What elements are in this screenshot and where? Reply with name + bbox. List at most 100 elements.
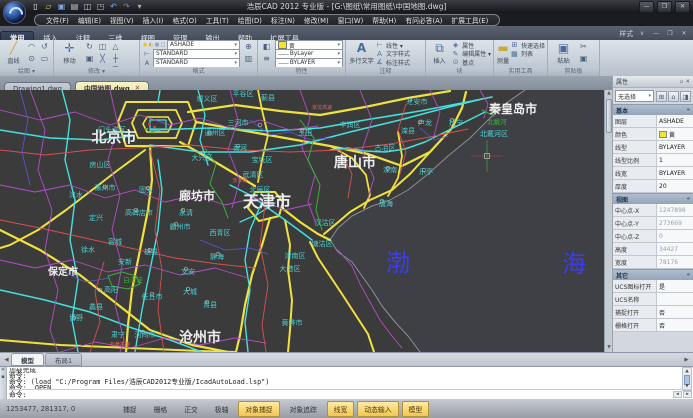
section-header[interactable]: 视图« bbox=[613, 193, 693, 204]
menu-item[interactable]: 工具(T) bbox=[202, 15, 233, 25]
property-value[interactable]: 是 bbox=[657, 280, 693, 292]
menu-item[interactable]: 扩展工具(E) bbox=[447, 15, 492, 25]
property-value[interactable]: 否 bbox=[657, 319, 693, 331]
format-panel-label[interactable]: 格式 bbox=[140, 67, 257, 76]
doc-restore-button[interactable]: ❐ bbox=[665, 30, 675, 37]
rotate-icon[interactable]: ↻ bbox=[83, 41, 96, 53]
cmd-scroll-up-icon[interactable]: ▲ bbox=[683, 368, 691, 375]
close-button[interactable]: ✕ bbox=[675, 1, 690, 13]
linear-dim-item[interactable]: ⊢线性 ▾ bbox=[375, 41, 410, 50]
quick-select-item[interactable]: ⊞快速选择 bbox=[510, 41, 545, 50]
property-value[interactable]: 20 bbox=[657, 180, 693, 192]
status-toggle-off[interactable]: 对象追踪 bbox=[283, 401, 324, 417]
edit-attribute-item[interactable]: ✎编辑属性 ▾ bbox=[451, 50, 491, 59]
revision-cloud-icon[interactable]: ↺ bbox=[38, 41, 51, 53]
zoom-tool-icon[interactable]: ⊕ bbox=[242, 41, 255, 53]
status-toggle-on[interactable]: 动态输入 bbox=[357, 401, 398, 417]
layout-tab[interactable]: 布局1 bbox=[45, 353, 82, 366]
status-toggle-off[interactable]: 极轴 bbox=[208, 401, 236, 417]
status-toggle-off[interactable]: 正交 bbox=[177, 401, 205, 417]
collapse-icon[interactable]: « bbox=[687, 196, 690, 202]
property-value[interactable] bbox=[657, 293, 693, 305]
modify-panel-label[interactable]: 修改 ▾ bbox=[54, 67, 139, 76]
property-value[interactable]: 1247898 bbox=[657, 204, 693, 216]
cmd-scroll-right-icon[interactable]: ▶ bbox=[683, 391, 692, 398]
copy-icon[interactable]: ◫ bbox=[96, 41, 109, 53]
paste-button[interactable]: ▣ 粘贴 bbox=[550, 41, 577, 67]
color-wheel-icon[interactable]: ◧ bbox=[260, 41, 273, 53]
command-history[interactable]: 加载完成命令:命令: (load "C:/Program Files/浩辰CAD… bbox=[9, 368, 681, 391]
status-toggle-on[interactable]: 线宽 bbox=[327, 401, 355, 417]
property-value[interactable]: 273669 bbox=[657, 217, 693, 229]
circle-icon[interactable]: ⊙ bbox=[25, 53, 38, 65]
move-button[interactable]: ✛ 移动 bbox=[56, 41, 83, 67]
section-header[interactable]: 其它« bbox=[613, 269, 693, 280]
copy-clip-icon[interactable]: ▣ bbox=[577, 53, 590, 65]
doc-close-button[interactable]: ✕ bbox=[679, 30, 689, 37]
measure-button[interactable]: ▬ 测量 bbox=[496, 41, 510, 67]
clipboard-panel-label[interactable]: 剪贴板 bbox=[548, 67, 599, 76]
property-value[interactable]: 否 bbox=[657, 306, 693, 318]
command-scrollbar[interactable]: ▲ ▼ bbox=[682, 367, 692, 391]
line-button[interactable]: ╱ 直线 bbox=[2, 41, 25, 67]
mtext-button[interactable]: A 多行文字 bbox=[348, 41, 375, 67]
status-toggle-off[interactable]: 栅格 bbox=[147, 401, 175, 417]
property-value[interactable]: 1 bbox=[657, 154, 693, 166]
menu-item[interactable]: 视图(V) bbox=[106, 15, 138, 25]
property-value[interactable]: 78176 bbox=[657, 256, 693, 268]
command-input-line[interactable]: 命令: ◀ ▶ bbox=[9, 389, 692, 398]
status-toggle-on[interactable]: 模型 bbox=[402, 401, 430, 417]
draw-panel-label[interactable]: 绘图 ▾ bbox=[0, 67, 53, 76]
menu-item[interactable]: 绘图(D) bbox=[234, 15, 266, 25]
cut-icon[interactable]: ✂ bbox=[577, 41, 590, 53]
status-toggle-on[interactable]: 对象捕捉 bbox=[238, 401, 279, 417]
menu-item[interactable]: 格式(O) bbox=[168, 15, 200, 25]
base-point-item[interactable]: ⊙基点 bbox=[451, 58, 491, 67]
attribute-item[interactable]: ◈属性 bbox=[451, 41, 491, 50]
status-toggle-off[interactable]: 捕捉 bbox=[116, 401, 144, 417]
dim-style-item[interactable]: ∡标注样式 bbox=[375, 58, 410, 67]
style-toolbar-label[interactable]: 样式 bbox=[619, 28, 633, 38]
property-value[interactable]: ASHADE bbox=[657, 115, 693, 127]
property-value[interactable]: BYLAYER bbox=[657, 167, 693, 179]
tab-scroll-left-icon[interactable]: ◀ bbox=[2, 357, 11, 363]
layout-tab[interactable]: 模型 bbox=[11, 353, 44, 366]
property-value[interactable]: 0 bbox=[657, 230, 693, 242]
menu-item[interactable]: 编辑(E) bbox=[74, 15, 105, 25]
menu-item[interactable]: 窗口(W) bbox=[334, 15, 368, 25]
list-item[interactable]: ▦列表 bbox=[510, 50, 545, 59]
palette-pin-icon[interactable]: ▫ bbox=[680, 79, 684, 85]
properties-panel-label[interactable]: 特性 bbox=[258, 67, 345, 76]
menu-item[interactable]: 文件(F) bbox=[42, 15, 73, 25]
quick-select-button[interactable]: ◨ bbox=[680, 91, 691, 102]
cmd-scroll-left-icon[interactable]: ◀ bbox=[673, 391, 682, 398]
erase-icon[interactable]: ╳ bbox=[96, 53, 109, 65]
tab-scroll-right-icon[interactable]: ▶ bbox=[682, 357, 691, 363]
style-dropdown-icon[interactable]: ∨ bbox=[637, 30, 647, 37]
command-dock-bar[interactable]: ✕▪ bbox=[0, 367, 7, 400]
section-header[interactable]: 基本« bbox=[613, 104, 693, 115]
drawing-canvas[interactable]: 北京市天津市唐山市廊坊市沧州市秦皇岛市保定市渤海顺义区平谷区蓟县三河市通州区门头… bbox=[0, 90, 604, 352]
app-logo-icon[interactable] bbox=[3, 1, 26, 24]
insert-block-button[interactable]: ⧉ 插入 bbox=[428, 41, 451, 67]
collapse-icon[interactable]: « bbox=[687, 107, 690, 113]
property-value[interactable]: 34427 bbox=[657, 243, 693, 255]
text-style-item[interactable]: A文字样式 bbox=[375, 50, 410, 59]
rectangle-icon[interactable]: ▭ bbox=[38, 53, 51, 65]
stretch-icon[interactable]: ┼ bbox=[109, 53, 122, 65]
menu-item[interactable]: 有问必答(A) bbox=[401, 15, 446, 25]
annotation-panel-label[interactable]: 注释 bbox=[346, 67, 425, 76]
select-objects-button[interactable]: ⌂ bbox=[668, 91, 679, 102]
scale-icon[interactable]: ▣ bbox=[83, 53, 96, 65]
menu-item[interactable]: 插入(I) bbox=[139, 15, 168, 25]
property-value[interactable]: 黄 bbox=[657, 128, 693, 140]
selection-dropdown[interactable]: 无选择▾ bbox=[615, 90, 654, 102]
canvas-vertical-scrollbar[interactable]: ▲ ▼ bbox=[604, 90, 612, 352]
restore-button[interactable]: ❐ bbox=[657, 1, 672, 13]
menu-item[interactable]: 标注(N) bbox=[267, 15, 299, 25]
palette-close-icon[interactable]: ✕ bbox=[685, 79, 690, 85]
lineweight-icon[interactable]: ≡ bbox=[260, 53, 273, 65]
block-panel-label[interactable]: 块 bbox=[426, 67, 493, 76]
doc-minimize-button[interactable]: — bbox=[651, 30, 661, 37]
mirror-icon[interactable]: △ bbox=[109, 41, 122, 53]
